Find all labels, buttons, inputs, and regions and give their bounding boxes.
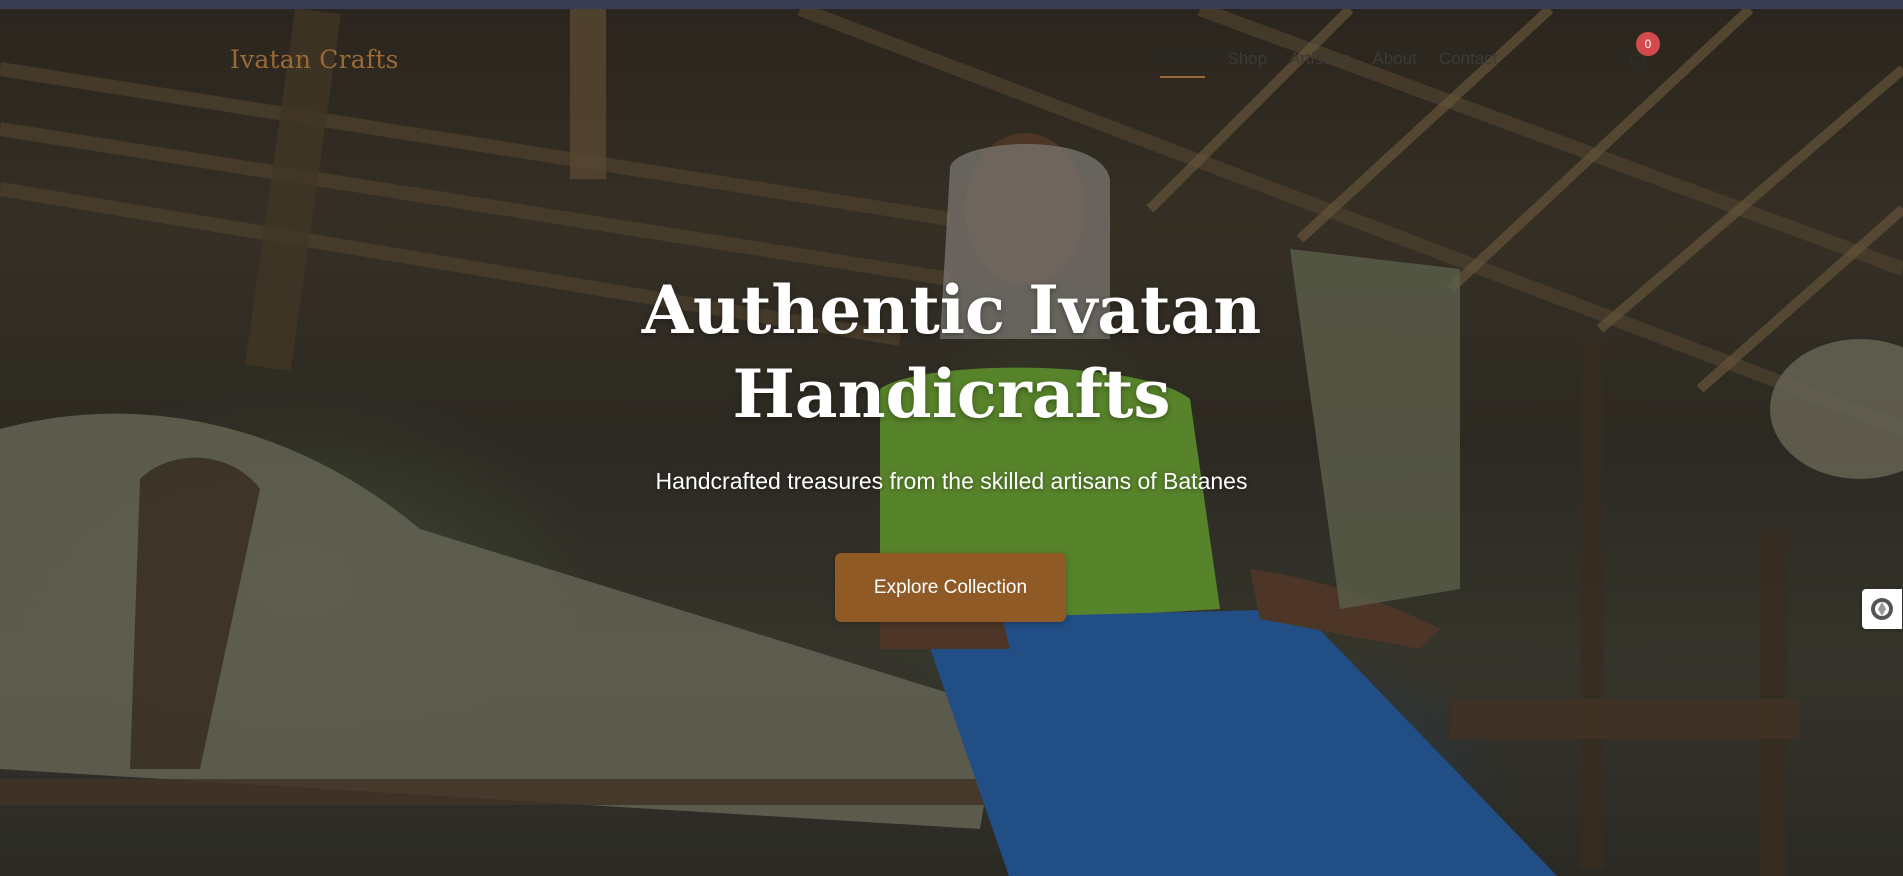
- accessibility-icon: [1871, 598, 1893, 620]
- hero-subtitle: Handcrafted treasures from the skilled a…: [655, 468, 1248, 494]
- nav-item-shop[interactable]: Shop: [1227, 49, 1267, 69]
- site-header: Ivatan Crafts Home Shop Artisans About C…: [0, 9, 1903, 99]
- hero-title-line-2: Handicrafts: [732, 355, 1171, 433]
- hero-title-line-1: Authentic Ivatan: [641, 271, 1262, 349]
- hero-title: Authentic Ivatan Handicrafts: [0, 268, 1903, 436]
- explore-collection-button[interactable]: Explore Collection: [835, 553, 1066, 622]
- top-browser-strip: [0, 0, 1903, 9]
- hero-background-photo: [0, 9, 1903, 876]
- hero-dark-overlay: [0, 9, 1903, 876]
- nav-item-home[interactable]: Home: [1160, 49, 1206, 78]
- cart-count-badge: 0: [1636, 32, 1660, 56]
- nav-item-about[interactable]: About: [1372, 49, 1416, 69]
- nav-item-contact[interactable]: Contact: [1439, 49, 1498, 69]
- main-nav: Home Shop Artisans About Contact: [1160, 49, 1520, 78]
- accessibility-widget-button[interactable]: [1862, 589, 1902, 629]
- nav-item-artisans[interactable]: Artisans: [1289, 49, 1350, 69]
- site-logo[interactable]: Ivatan Crafts: [230, 45, 399, 74]
